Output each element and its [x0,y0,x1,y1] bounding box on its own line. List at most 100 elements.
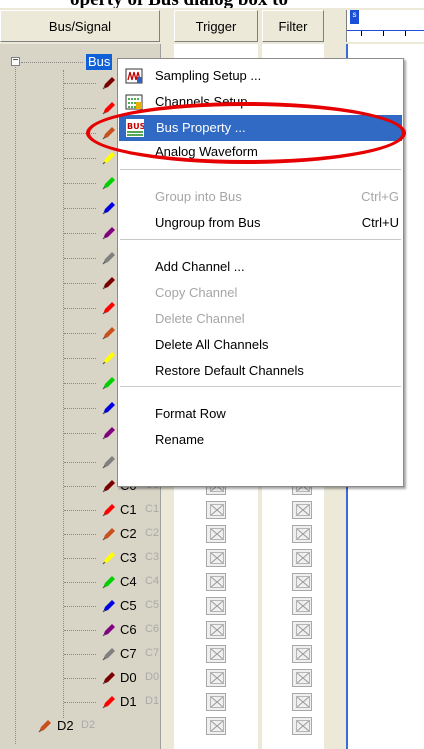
logic-analyzer-window: Bus/Signal Trigger Filter s − Bus B7B7C0… [0,8,424,749]
filter-cell[interactable] [292,525,312,543]
trigger-cell[interactable] [206,645,226,663]
menu-item-label: Rename [155,432,205,447]
channel-row-c6[interactable]: C6 C6 [0,618,160,642]
channel-probe-icon [101,574,117,590]
caption-text: operty of Bus dialog box to [70,0,288,8]
tree-guide-line [64,534,96,535]
menu-item-bus-property[interactable]: BUS Bus Property ... [119,115,402,141]
bus-tree-node[interactable]: Bus [86,54,113,70]
filter-cell[interactable] [292,693,312,711]
channel-probe-icon [101,502,117,518]
channel-probe-icon [101,454,117,470]
menu-item-label: Delete All Channels [155,337,269,352]
channel-name: C4 [120,574,137,589]
menu-separator [120,239,401,240]
tree-guide-line [64,158,96,159]
timeline-ruler[interactable]: s [346,10,424,42]
channel-row-d1[interactable]: D1 D1 [0,690,160,714]
menu-item-format-row[interactable]: Format Row [118,401,403,427]
trigger-cell[interactable] [206,621,226,639]
column-header-bar: Bus/Signal Trigger Filter s [0,8,424,44]
trigger-cell[interactable] [206,573,226,591]
tree-guide-line [64,654,96,655]
bus-signal-column-header[interactable]: Bus/Signal [0,10,160,42]
filter-cell[interactable] [292,621,312,639]
channel-row-c4[interactable]: C4 C4 [0,570,160,594]
channel-name: C7 [120,646,137,661]
channel-row-c7[interactable]: C7 C7 [0,642,160,666]
menu-item-restore-default-channels[interactable]: Restore Default Channels [118,358,403,384]
ruler-tick [383,31,384,36]
trigger-cell[interactable] [206,717,226,735]
sampling-setup-icon [125,67,143,85]
channel-probe-icon [101,75,117,91]
filter-cell[interactable] [292,549,312,567]
channel-alias: D0 [145,671,160,683]
menu-item-shortcut: Ctrl+U [361,215,399,230]
tree-guide-line [64,702,96,703]
tree-guide-line [64,133,96,134]
filter-cell[interactable] [292,717,312,735]
channels-setup-icon [125,93,143,111]
channel-probe-icon [101,375,117,391]
channel-probe-icon [101,598,117,614]
ruler-marker[interactable]: s [350,10,359,24]
channel-probe-icon [101,478,117,494]
channel-alias: C5 [145,599,160,611]
menu-item-sampling-setup[interactable]: Sampling Setup ... [118,63,403,89]
channel-probe-icon [101,622,117,638]
menu-item-add-channel[interactable]: Add Channel ... [118,254,403,280]
channel-row-c1[interactable]: C1 C1 [0,498,160,522]
context-menu: Sampling Setup ... Channels Setup ... BUS B… [117,58,404,487]
filter-cell[interactable] [292,597,312,615]
channel-row-c2[interactable]: C2 C2 [0,522,160,546]
tree-guide-line [64,358,96,359]
filter-cell[interactable] [292,645,312,663]
channel-name: D2 [57,718,74,733]
filter-cell[interactable] [292,573,312,591]
menu-item-delete-channel[interactable]: Delete Channel [118,306,403,332]
channel-probe-icon [37,718,53,734]
menu-item-copy-channel[interactable]: Copy Channel [118,280,403,306]
menu-item-ungroup-from-bus[interactable]: Ungroup from Bus Ctrl+U [118,210,403,236]
tree-guide-line [64,678,96,679]
trigger-cell[interactable] [206,597,226,615]
trigger-cell[interactable] [206,693,226,711]
channel-row-c5[interactable]: C5 C5 [0,594,160,618]
channel-row-d2[interactable]: D2 D2 [0,714,160,738]
menu-item-analog-waveform[interactable]: Analog Waveform [118,139,403,165]
tree-guide-line [64,510,96,511]
filter-column-header[interactable]: Filter [262,10,324,42]
menu-item-rename[interactable]: Rename [118,427,403,453]
filter-cell[interactable] [292,669,312,687]
tree-guide-line [64,383,96,384]
channel-name: C1 [120,502,137,517]
tree-guide-line [64,333,96,334]
menu-item-channels-setup[interactable]: Channels Setup ... [118,89,403,115]
menu-item-label: Add Channel ... [155,259,245,274]
tree-guide-line [64,308,96,309]
tree-guide-line [64,606,96,607]
channel-alias: C3 [145,551,160,563]
collapse-toggle-icon[interactable]: − [11,56,20,66]
channel-probe-icon [101,150,117,166]
menu-item-delete-all-channels[interactable]: Delete All Channels [118,332,403,358]
menu-item-label: Copy Channel [155,285,238,300]
menu-item-group-into-bus[interactable]: Group into Bus Ctrl+G [118,184,403,210]
channel-name: C3 [120,550,137,565]
menu-item-label: Delete Channel [155,311,245,326]
menu-item-label: Channels Setup ... [155,94,262,109]
tree-guide-line [64,433,96,434]
trigger-cell[interactable] [206,669,226,687]
menu-separator [120,169,401,170]
channel-probe-icon [101,646,117,662]
channel-alias: C2 [145,527,160,539]
channel-row-c3[interactable]: C3 C3 [0,546,160,570]
ruler-tick [405,31,406,36]
channel-row-d0[interactable]: D0 D0 [0,666,160,690]
trigger-cell[interactable] [206,501,226,519]
trigger-cell[interactable] [206,549,226,567]
trigger-cell[interactable] [206,525,226,543]
trigger-column-header[interactable]: Trigger [174,10,258,42]
filter-cell[interactable] [292,501,312,519]
